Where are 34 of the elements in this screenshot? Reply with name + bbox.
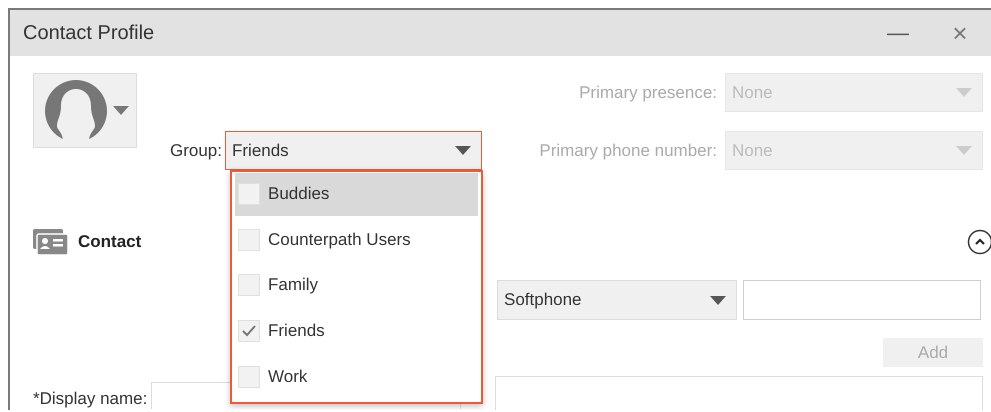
field-label: Primary presence: [579,82,717,102]
checkbox[interactable] [238,366,260,388]
caret-icon [956,88,972,97]
option-label: Friends [268,321,325,342]
group-label: Group: [169,140,222,160]
checkbox[interactable] [238,183,260,206]
checkbox[interactable] [238,274,260,296]
field-label: *Display name: [33,389,148,409]
group-option[interactable]: Family [235,264,478,307]
collapse-button[interactable] [967,229,991,255]
caret-icon [113,106,129,115]
field-label: Primary phone number: [539,140,717,160]
section-title: Contact [78,232,142,252]
option-label: Work [268,366,308,387]
group-dropdown[interactable]: Friends [225,131,482,170]
group-option[interactable]: Friends [235,310,478,352]
caret-icon [455,146,471,155]
address-type-dropdown[interactable]: Softphone [497,280,737,320]
caret-icon [956,146,972,155]
option-label: Counterpath Users [268,230,411,250]
group-option[interactable]: Buddies [235,173,478,216]
check-icon [242,325,256,338]
minimize-button[interactable]: — [867,10,929,56]
caret-icon [710,296,726,304]
checkbox[interactable] [238,228,260,251]
option-label: Buddies [268,184,330,204]
checkbox[interactable] [238,320,260,342]
avatar-button[interactable] [33,73,137,148]
address-field[interactable] [743,280,981,320]
window-title: Contact Profile [23,22,156,44]
contact-card-icon [33,229,68,255]
option-label: Family [268,275,318,296]
group-option[interactable]: Work [235,355,478,398]
group-option[interactable]: Counterpath Users [235,218,478,262]
